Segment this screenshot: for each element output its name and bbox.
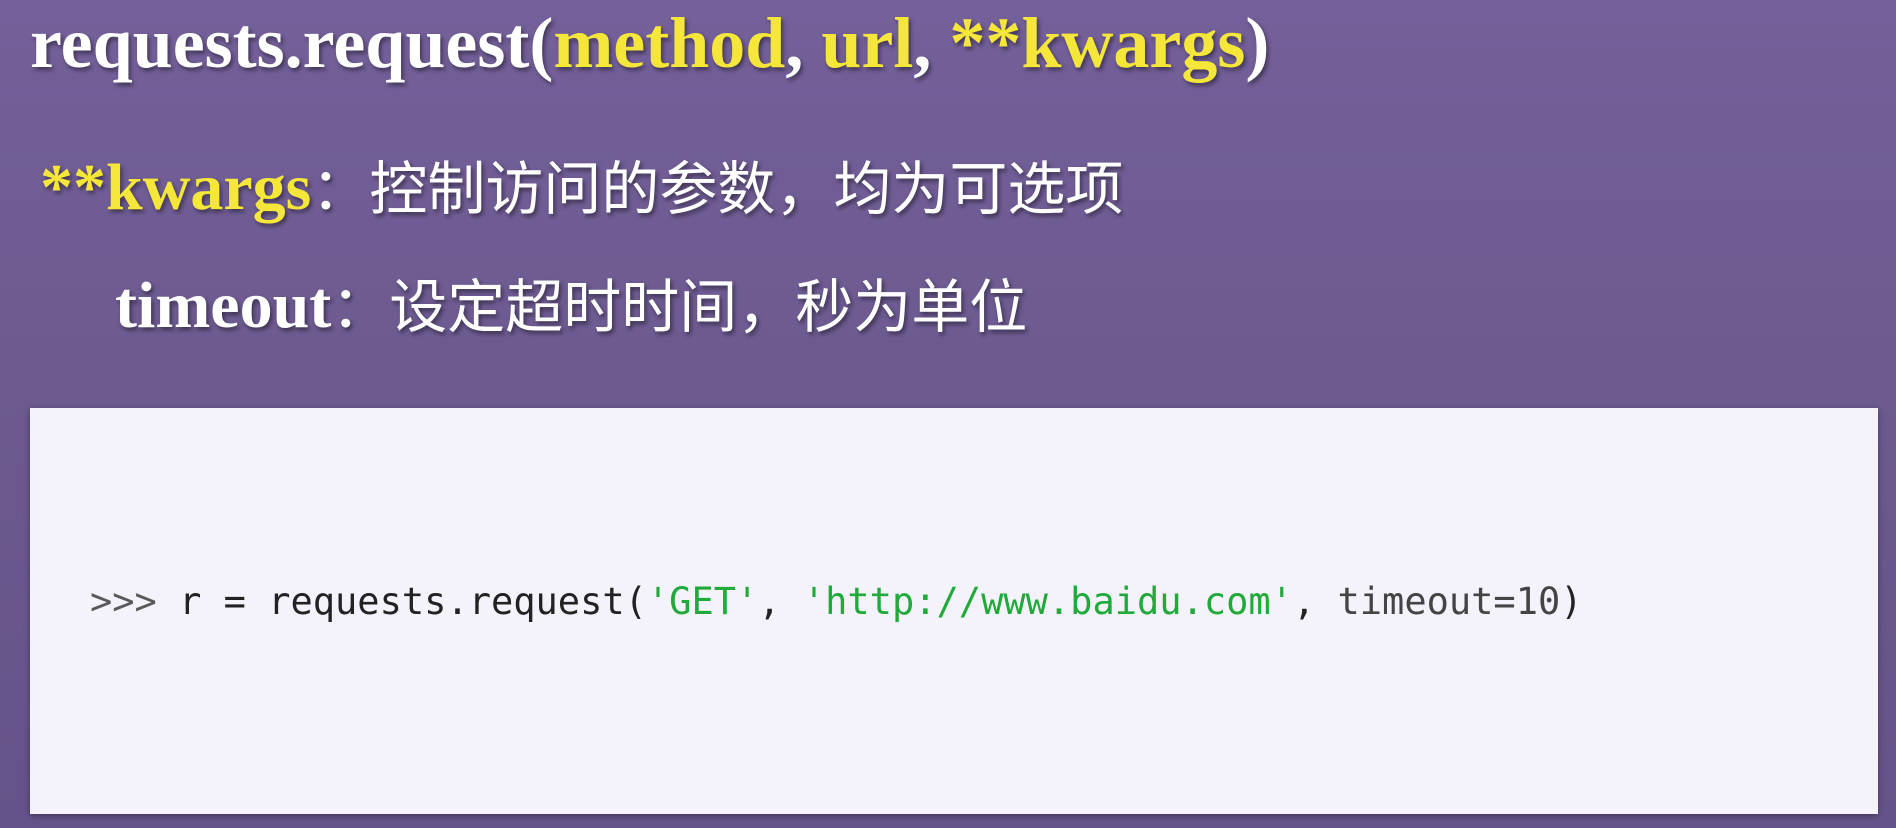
title-func: requests.request( — [30, 3, 554, 83]
title-close: ) — [1245, 3, 1270, 83]
kwargs-description: 控制访问的参数，均为可选项 — [369, 155, 1124, 223]
kwargs-term: **kwargs — [40, 151, 312, 224]
timeout-term: timeout — [115, 269, 332, 342]
code-close: ) — [1560, 580, 1583, 623]
code-line: >>> r = requests.request('GET', 'http://… — [90, 580, 1583, 623]
title-arg-url: url — [821, 3, 914, 83]
timeout-description: 设定超时时间，秒为单位 — [389, 273, 1028, 341]
title-arg-kwargs: **kwargs — [949, 3, 1246, 83]
kwargs-separator: ： — [311, 155, 370, 223]
code-timeout-kwarg: timeout=10 — [1337, 580, 1561, 623]
slide-title: requests.request(method, url, **kwargs) — [30, 0, 1269, 86]
code-example-box: >>> r = requests.request('GET', 'http://… — [30, 408, 1878, 814]
title-sep-1: , — [785, 3, 822, 83]
code-string-url: 'http://www.baidu.com' — [802, 580, 1293, 623]
code-comma-1: , — [758, 580, 803, 623]
timeout-separator: ： — [331, 273, 390, 341]
code-call: r = requests.request( — [156, 580, 647, 623]
code-comma-2: , — [1292, 580, 1338, 623]
kwargs-description-line: **kwargs：控制访问的参数，均为可选项 — [40, 150, 1123, 227]
timeout-description-line: timeout：设定超时时间，秒为单位 — [115, 268, 1027, 345]
title-sep-2: , — [913, 3, 950, 83]
title-arg-method: method — [553, 3, 786, 83]
code-prompt: >>> — [90, 580, 157, 623]
code-string-method: 'GET' — [646, 580, 759, 623]
